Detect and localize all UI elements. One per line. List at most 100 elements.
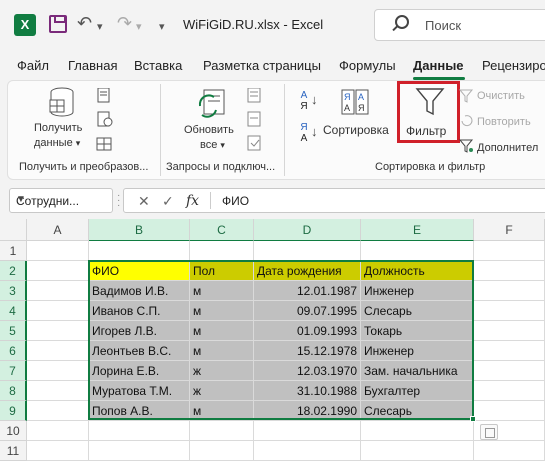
row-header-10[interactable]: 10: [0, 421, 27, 441]
cell[interactable]: [89, 241, 190, 261]
row-header-7[interactable]: 7: [0, 361, 27, 381]
table-cell[interactable]: м: [190, 341, 254, 361]
cell[interactable]: [474, 301, 545, 321]
table-cell[interactable]: Вадимов И.В.: [89, 281, 190, 301]
undo-dropdown-icon[interactable]: ▾: [97, 16, 103, 38]
cell[interactable]: [474, 341, 545, 361]
row-header-9[interactable]: 9: [0, 401, 27, 421]
tab-data[interactable]: Данные: [413, 58, 464, 73]
refresh-all-icon[interactable]: [196, 86, 228, 120]
table-cell[interactable]: Зам. начальника: [361, 361, 474, 381]
cell[interactable]: [361, 241, 474, 261]
queries-icons[interactable]: [246, 88, 264, 152]
select-all-corner[interactable]: [0, 219, 27, 241]
formula-value[interactable]: ФИО: [222, 194, 249, 208]
row-header-6[interactable]: 6: [0, 341, 27, 361]
cell[interactable]: [27, 241, 89, 261]
table-cell[interactable]: м: [190, 281, 254, 301]
cell[interactable]: [474, 281, 545, 301]
enter-icon[interactable]: ✓: [162, 193, 174, 210]
tab-review[interactable]: Рецензиро: [482, 58, 545, 73]
row-header-11[interactable]: 11: [0, 441, 27, 461]
refresh-all-label-2[interactable]: все ▾: [200, 139, 225, 151]
get-data-label-2[interactable]: данные ▾: [34, 137, 80, 149]
row-header-5[interactable]: 5: [0, 321, 27, 341]
table-cell[interactable]: Слесарь: [361, 301, 474, 321]
cell[interactable]: [474, 261, 545, 281]
table-cell[interactable]: м: [190, 401, 254, 421]
fill-handle[interactable]: [470, 416, 476, 422]
table-cell[interactable]: 31.10.1988: [254, 381, 361, 401]
table-cell[interactable]: 01.09.1993: [254, 321, 361, 341]
get-data-label[interactable]: Получить: [34, 122, 82, 134]
advanced-button[interactable]: Дополнител: [477, 142, 538, 154]
tab-page-layout[interactable]: Разметка страницы: [203, 58, 321, 73]
cell[interactable]: [27, 261, 89, 281]
table-cell[interactable]: Инженер: [361, 341, 474, 361]
cell[interactable]: [89, 441, 190, 461]
row-header-3[interactable]: 3: [0, 281, 27, 301]
cell[interactable]: [474, 441, 545, 461]
table-cell[interactable]: ж: [190, 361, 254, 381]
cell[interactable]: [27, 401, 89, 421]
chevron-down-icon[interactable]: ▼: [16, 194, 106, 205]
cell[interactable]: [27, 421, 89, 441]
save-icon[interactable]: [49, 15, 67, 33]
table-cell[interactable]: Бухгалтер: [361, 381, 474, 401]
table-cell[interactable]: Леонтьев В.С.: [89, 341, 190, 361]
cancel-icon[interactable]: ✕: [138, 193, 150, 210]
cell[interactable]: [27, 441, 89, 461]
table-cell[interactable]: м: [190, 321, 254, 341]
table-cell[interactable]: Муратова Т.М.: [89, 381, 190, 401]
reapply-button[interactable]: Повторить: [477, 116, 531, 128]
tab-home[interactable]: Главная: [68, 58, 117, 73]
row-header-1[interactable]: 1: [0, 241, 27, 261]
cell[interactable]: [27, 321, 89, 341]
column-header-a[interactable]: A: [27, 219, 89, 241]
cell[interactable]: [254, 421, 361, 441]
clear-button[interactable]: Очистить: [477, 90, 525, 102]
table-header-cell[interactable]: Должность: [361, 261, 474, 281]
cell[interactable]: [254, 241, 361, 261]
row-header-8[interactable]: 8: [0, 381, 27, 401]
data-source-icons[interactable]: [96, 88, 114, 152]
table-header-cell[interactable]: Пол: [190, 261, 254, 281]
tab-insert[interactable]: Вставка: [134, 58, 182, 73]
row-header-4[interactable]: 4: [0, 301, 27, 321]
undo-icon[interactable]: ↶: [77, 12, 92, 34]
table-cell[interactable]: ж: [190, 381, 254, 401]
cell[interactable]: [27, 281, 89, 301]
row-header-2[interactable]: 2: [0, 261, 27, 281]
cell[interactable]: [474, 401, 545, 421]
redo-icon[interactable]: ↷: [117, 12, 132, 34]
table-cell[interactable]: Игорев Л.В.: [89, 321, 190, 341]
customize-toolbar-icon[interactable]: ▾: [159, 16, 165, 38]
cell[interactable]: [190, 441, 254, 461]
column-header-b[interactable]: B: [89, 219, 190, 241]
table-cell[interactable]: 09.07.1995: [254, 301, 361, 321]
cell[interactable]: [474, 381, 545, 401]
table-cell[interactable]: 18.02.1990: [254, 401, 361, 421]
get-data-icon[interactable]: [48, 86, 80, 120]
sort-button[interactable]: Сортировка: [323, 123, 389, 137]
cell[interactable]: [474, 361, 545, 381]
cell[interactable]: [27, 361, 89, 381]
table-cell[interactable]: 12.03.1970: [254, 361, 361, 381]
table-cell[interactable]: Иванов С.П.: [89, 301, 190, 321]
cell[interactable]: [27, 301, 89, 321]
cell[interactable]: [361, 421, 474, 441]
table-cell[interactable]: Инженер: [361, 281, 474, 301]
cell[interactable]: [190, 421, 254, 441]
table-cell[interactable]: Попов А.В.: [89, 401, 190, 421]
formula-bar[interactable]: ✕ ✓ fx ФИО: [123, 188, 545, 213]
cell[interactable]: [254, 441, 361, 461]
cell[interactable]: [474, 241, 545, 261]
tab-file[interactable]: Файл: [17, 58, 49, 73]
column-header-e[interactable]: E: [361, 219, 474, 241]
table-cell[interactable]: Слесарь: [361, 401, 474, 421]
cell[interactable]: [190, 241, 254, 261]
sort-az-icon[interactable]: АЯ: [298, 90, 310, 112]
sort-icon[interactable]: Я А А Я: [340, 88, 372, 118]
quick-analysis-icon[interactable]: [480, 424, 498, 440]
table-cell[interactable]: 15.12.1978: [254, 341, 361, 361]
